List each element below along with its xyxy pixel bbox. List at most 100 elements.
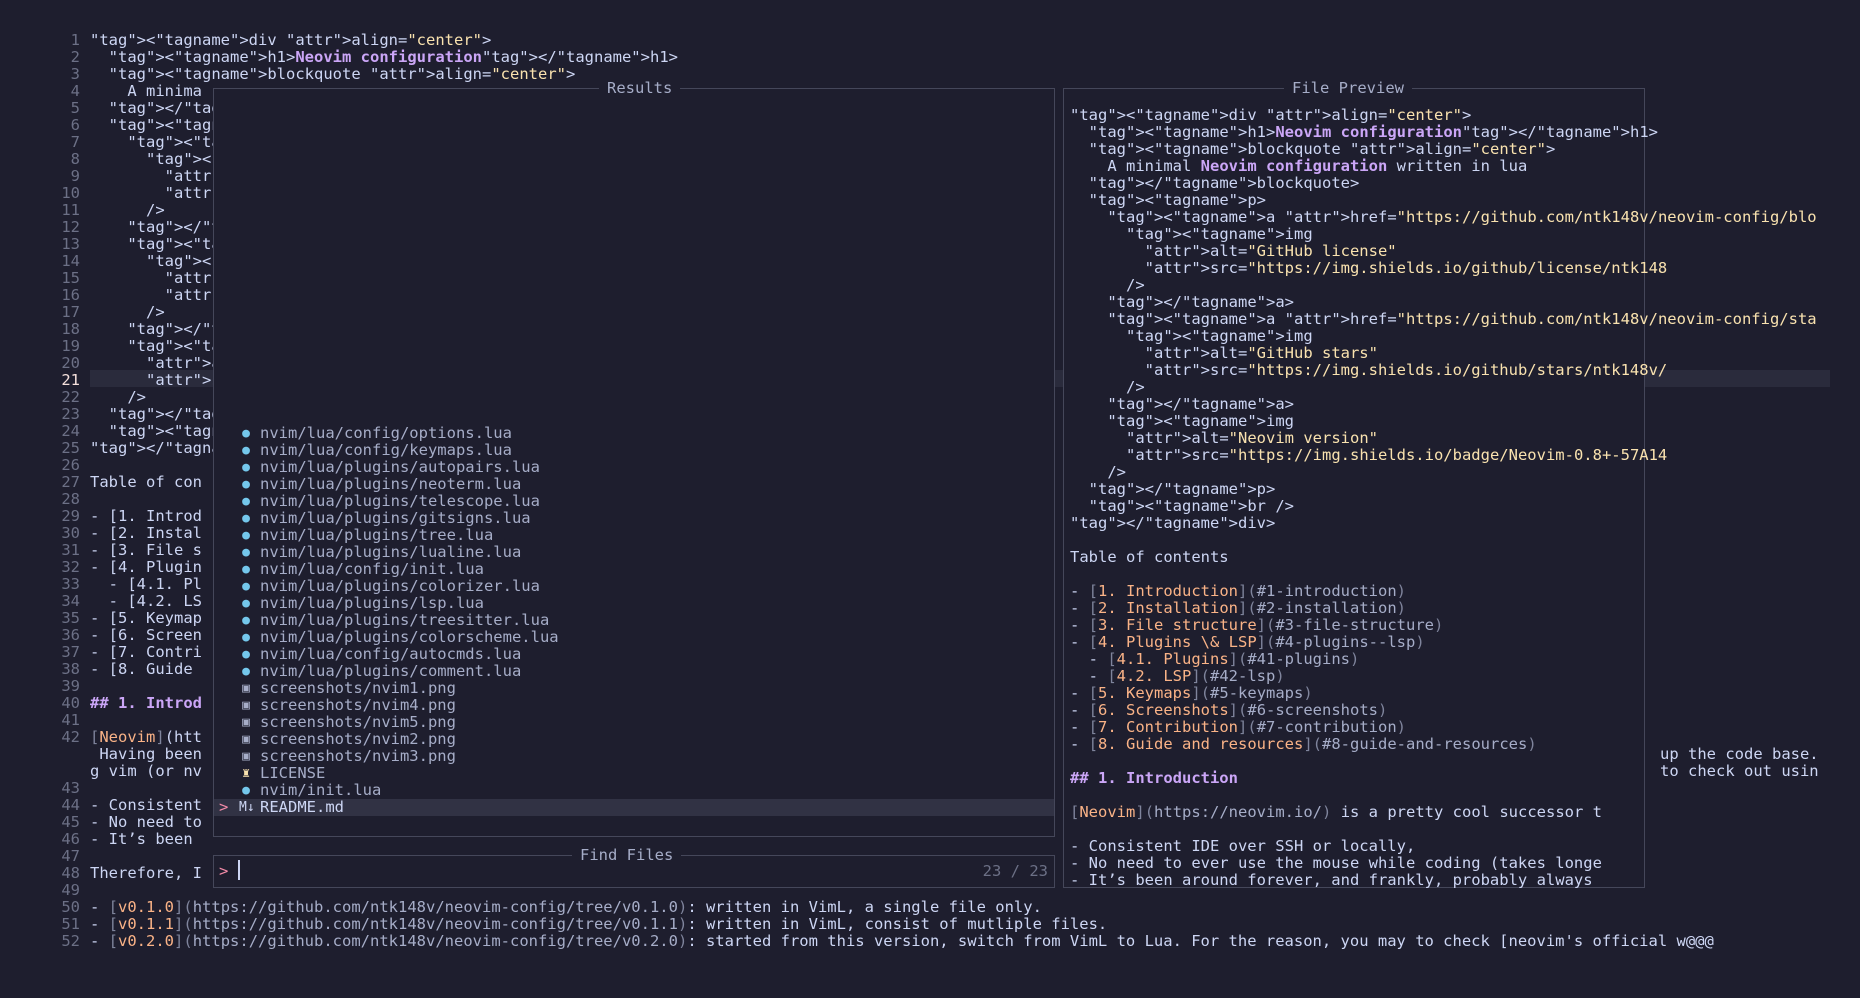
line-number: 48 bbox=[61, 864, 80, 882]
result-item[interactable]: ● nvim/lua/plugins/lualine.lua bbox=[214, 544, 1054, 561]
line-number: 9 bbox=[70, 167, 80, 185]
line-number: 42 bbox=[61, 728, 80, 746]
preview-line: /> bbox=[1070, 276, 1145, 294]
lua-file-icon: ● bbox=[242, 783, 250, 798]
result-filename: nvim/lua/config/init.lua bbox=[260, 560, 484, 578]
line-number: 10 bbox=[61, 184, 80, 202]
editor-line-overflow: up the code base. bbox=[1660, 745, 1819, 763]
preview-line: "tag"><"tagname">a "attr">href="https://… bbox=[1107, 310, 1817, 328]
line-number: 33 bbox=[61, 575, 80, 593]
result-item[interactable]: ▣ screenshots/nvim4.png bbox=[214, 697, 1054, 714]
preview-line: "tag"><"tagname">br /> bbox=[1088, 497, 1295, 515]
lua-file-icon: ● bbox=[242, 443, 250, 458]
result-filename: nvim/lua/plugins/tree.lua bbox=[260, 526, 494, 544]
result-item[interactable]: ● nvim/lua/plugins/comment.lua bbox=[214, 663, 1054, 680]
result-item[interactable]: ▣ screenshots/nvim1.png bbox=[214, 680, 1054, 697]
preview-line: - [4.2. LSP](#42-lsp) bbox=[1070, 667, 1285, 685]
license-file-icon: ♜ bbox=[242, 766, 250, 781]
result-item[interactable]: ▣ screenshots/nvim5.png bbox=[214, 714, 1054, 731]
result-filename: nvim/lua/plugins/gitsigns.lua bbox=[260, 509, 531, 527]
result-item[interactable]: ♜ LICENSE bbox=[214, 765, 1054, 782]
result-item[interactable]: ● nvim/lua/config/init.lua bbox=[214, 561, 1054, 578]
result-filename: screenshots/nvim4.png bbox=[260, 696, 456, 714]
preview-line: /> bbox=[1070, 378, 1145, 396]
preview-line: "tag"><"tagname">img bbox=[1107, 412, 1294, 430]
result-item[interactable]: ● nvim/lua/plugins/colorscheme.lua bbox=[214, 629, 1054, 646]
preview-line: - [1. Introduction](#1-introduction) bbox=[1070, 582, 1407, 600]
result-item[interactable]: > M↓ README.md bbox=[214, 799, 1054, 816]
lua-file-icon: ● bbox=[242, 545, 250, 560]
image-file-icon: ▣ bbox=[242, 698, 250, 713]
result-item[interactable]: ● nvim/lua/config/keymaps.lua bbox=[214, 442, 1054, 459]
line-number: 32 bbox=[61, 558, 80, 576]
result-item[interactable]: ● nvim/lua/config/options.lua bbox=[214, 425, 1054, 442]
line-text: - [v0.1.1](https://github.com/ntk148v/ne… bbox=[90, 915, 1108, 933]
line-number: 37 bbox=[61, 643, 80, 661]
line-number: 2 bbox=[70, 48, 80, 66]
line-text: /> bbox=[90, 303, 165, 321]
result-item[interactable]: ● nvim/lua/config/autocmds.lua bbox=[214, 646, 1054, 663]
result-item[interactable]: ● nvim/lua/plugins/colorizer.lua bbox=[214, 578, 1054, 595]
result-item[interactable]: ● nvim/lua/plugins/treesitter.lua bbox=[214, 612, 1054, 629]
preview-line: "attr">alt="GitHub license" bbox=[1144, 242, 1397, 260]
line-number: 41 bbox=[61, 711, 80, 729]
editor-line-overflow: to check out usin bbox=[1660, 762, 1819, 780]
line-number: 23 bbox=[61, 405, 80, 423]
result-filename: README.md bbox=[260, 798, 344, 816]
line-number: 13 bbox=[61, 235, 80, 253]
preview-line: "tag"><"tagname">img bbox=[1126, 327, 1313, 345]
line-text: - [4.2. LS bbox=[90, 592, 202, 610]
result-filename: nvim/lua/plugins/neoterm.lua bbox=[260, 475, 522, 493]
result-filename: nvim/lua/config/autocmds.lua bbox=[260, 645, 522, 663]
lua-file-icon: ● bbox=[242, 630, 250, 645]
preview-line: "attr">alt="GitHub stars" bbox=[1144, 344, 1378, 362]
preview-line: "tag"><"tagname">div "attr">align="cente… bbox=[1070, 106, 1472, 124]
result-item[interactable]: ● nvim/lua/plugins/gitsigns.lua bbox=[214, 510, 1054, 527]
result-filename: nvim/lua/plugins/colorizer.lua bbox=[260, 577, 540, 595]
preview-line: "tag"></"tagname">p> bbox=[1088, 480, 1276, 498]
line-text: ## 1. Introd bbox=[90, 694, 202, 712]
result-item[interactable]: ● nvim/lua/plugins/autopairs.lua bbox=[214, 459, 1054, 476]
line-number: 38 bbox=[61, 660, 80, 678]
preview-line: "attr">src="https://img.shields.io/githu… bbox=[1144, 259, 1668, 277]
line-number: 39 bbox=[61, 677, 80, 695]
preview-line: - [2. Installation](#2-installation) bbox=[1070, 599, 1407, 617]
result-item[interactable]: ● nvim/lua/plugins/telescope.lua bbox=[214, 493, 1054, 510]
result-item[interactable]: ▣ screenshots/nvim2.png bbox=[214, 731, 1054, 748]
line-number: 46 bbox=[61, 830, 80, 848]
result-filename: nvim/lua/plugins/autopairs.lua bbox=[260, 458, 540, 476]
image-file-icon: ▣ bbox=[242, 749, 250, 764]
results-pane: Results ● nvim/lua/config/options.lua ● nvi… bbox=[213, 79, 1055, 837]
line-text: "tag"><"tagname">h1>Neovim configuration… bbox=[108, 48, 678, 66]
lua-file-icon: ● bbox=[242, 647, 250, 662]
line-number: 28 bbox=[61, 490, 80, 508]
result-filename: nvim/lua/plugins/colorscheme.lua bbox=[260, 628, 559, 646]
line-text: [Neovim](htt bbox=[90, 728, 203, 746]
preview-line: - [3. File structure](#3-file-structure) bbox=[1070, 616, 1444, 634]
result-item[interactable]: ● nvim/lua/plugins/tree.lua bbox=[214, 527, 1054, 544]
line-text: - [5. Keymap bbox=[90, 609, 202, 627]
line-number: 7 bbox=[70, 133, 80, 151]
line-number: 15 bbox=[61, 269, 80, 287]
line-number: 4 bbox=[70, 82, 80, 100]
lua-file-icon: ● bbox=[242, 426, 250, 441]
result-filename: nvim/lua/config/options.lua bbox=[260, 424, 512, 442]
preview-line: "tag"></"tagname">a> bbox=[1107, 293, 1294, 311]
lua-file-icon: ● bbox=[242, 494, 250, 509]
lua-file-icon: ● bbox=[242, 664, 250, 679]
result-filename: nvim/lua/plugins/lsp.lua bbox=[260, 594, 484, 612]
result-item[interactable]: ● nvim/lua/plugins/neoterm.lua bbox=[214, 476, 1054, 493]
line-number: 11 bbox=[61, 201, 80, 219]
line-number: 27 bbox=[61, 473, 80, 491]
find-files-input[interactable] bbox=[238, 860, 842, 880]
line-number: 31 bbox=[61, 541, 80, 559]
result-item[interactable]: ● nvim/init.lua bbox=[214, 782, 1054, 799]
line-text: Therefore, I bbox=[90, 864, 202, 882]
preview-line: "tag"><"tagname">h1>Neovim configuration… bbox=[1088, 123, 1658, 141]
preview-line: "tag"><"tagname">a "attr">href="https://… bbox=[1107, 208, 1817, 226]
result-filename: nvim/lua/plugins/lualine.lua bbox=[260, 543, 522, 561]
result-item[interactable]: ▣ screenshots/nvim3.png bbox=[214, 748, 1054, 765]
preview-line: - [6. Screenshots](#6-screenshots) bbox=[1070, 701, 1388, 719]
result-item[interactable]: ● nvim/lua/plugins/lsp.lua bbox=[214, 595, 1054, 612]
preview-line: - [4. Plugins \& LSP](#4-plugins--lsp) bbox=[1070, 633, 1425, 651]
